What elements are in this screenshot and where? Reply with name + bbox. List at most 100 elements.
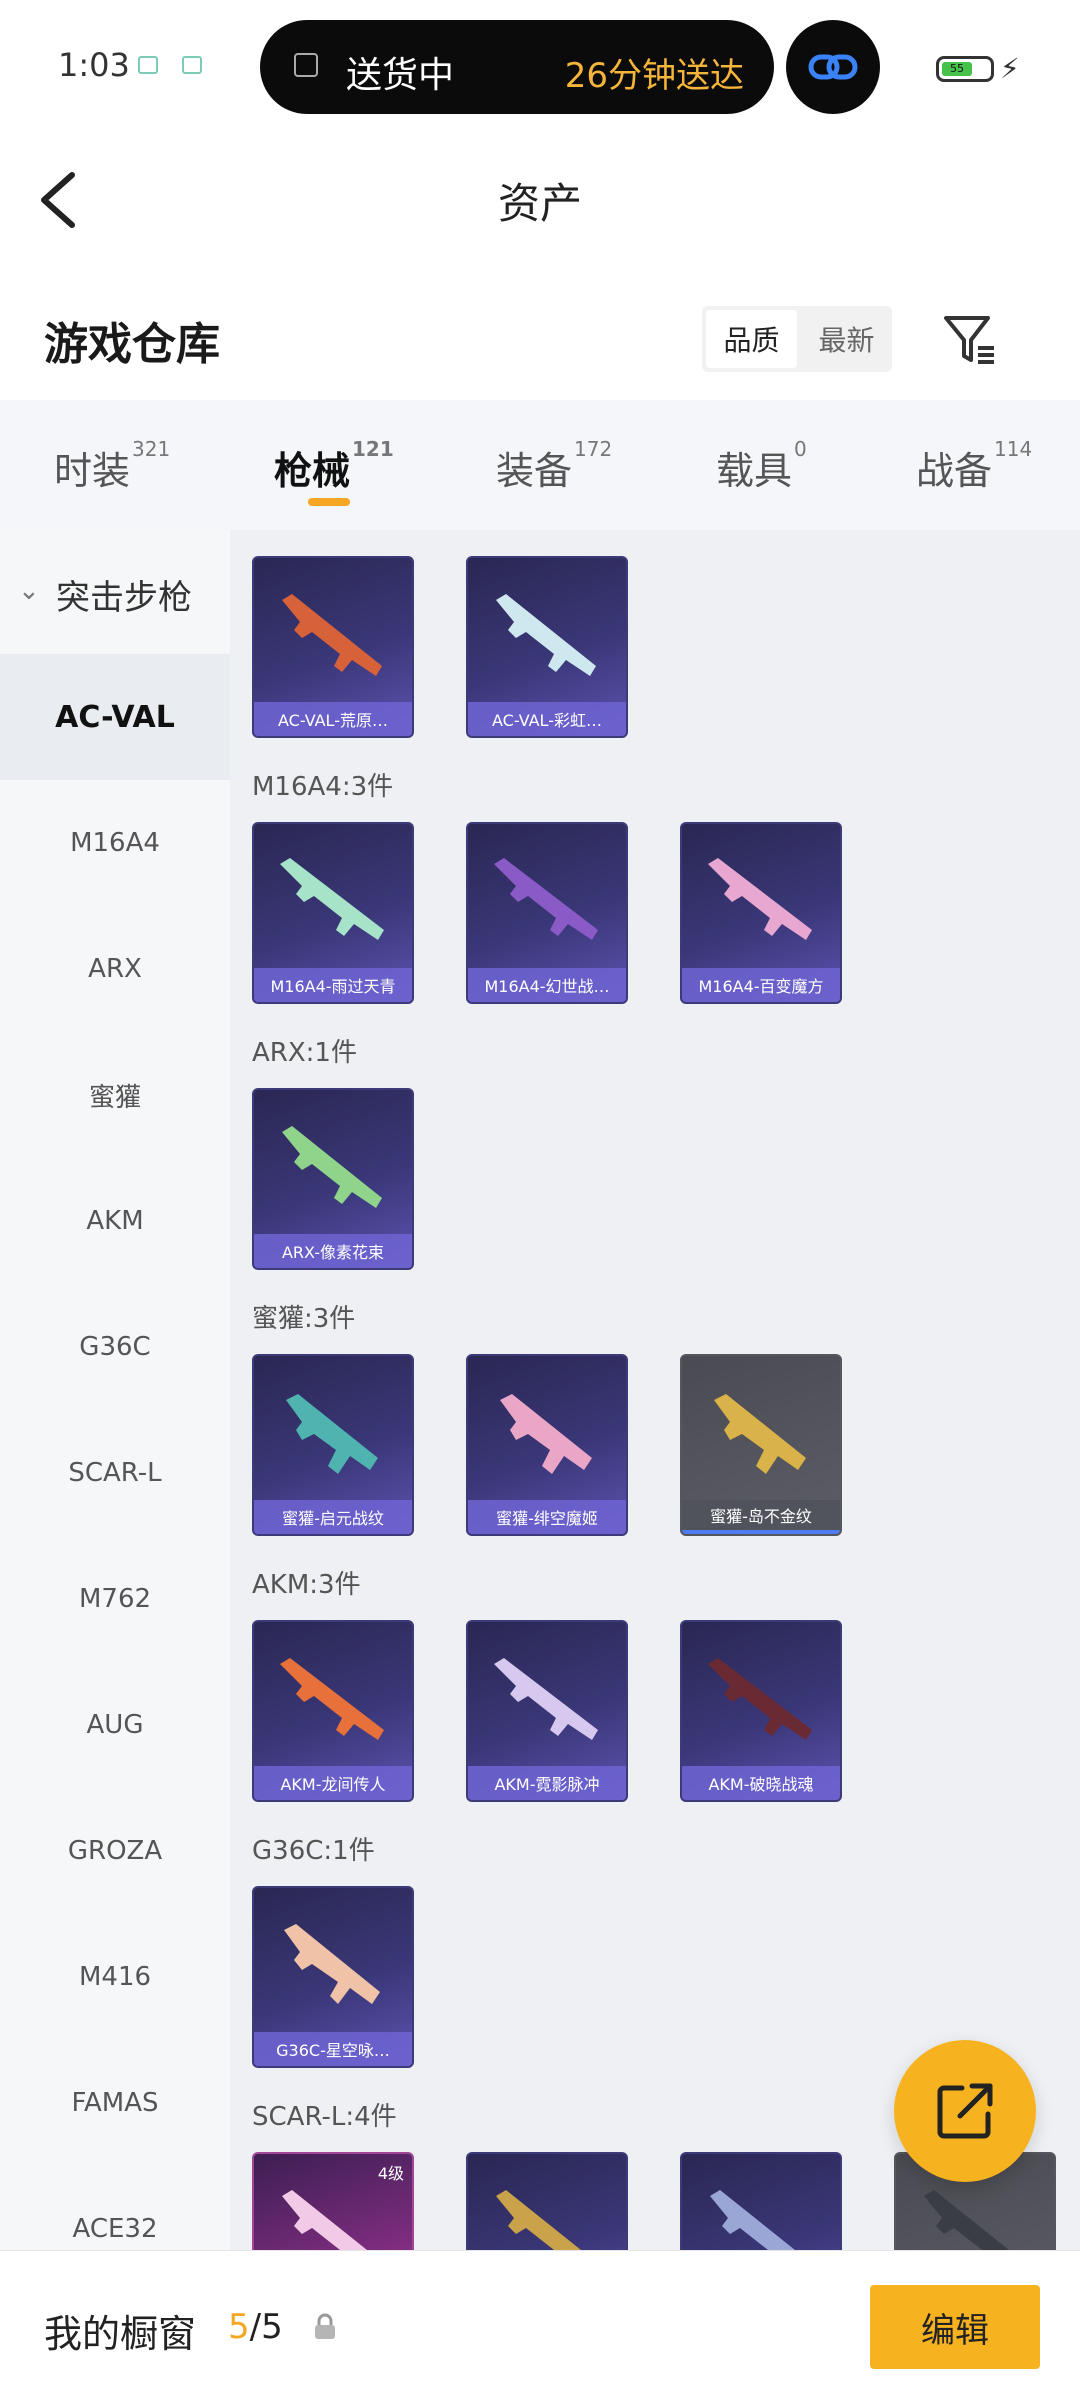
rifle-icon xyxy=(284,1924,380,2004)
weapon-card[interactable]: AKM-霓影脉冲 xyxy=(466,1620,628,1802)
sidebar-item-famas[interactable]: FAMAS xyxy=(0,2040,230,2166)
sort-toggle[interactable]: 品质 最新 xyxy=(702,306,892,372)
sidebar-category-assault-rifle[interactable]: ⌄ 突击步枪 xyxy=(0,530,230,654)
island-eta-text: 26分钟送达 xyxy=(564,56,744,96)
tab-label: 战备 xyxy=(916,449,993,493)
rifle-icon xyxy=(280,858,384,940)
notification-icon xyxy=(138,56,158,74)
island-status-text: 送货中 xyxy=(346,55,455,96)
tab-label: 装备 xyxy=(496,449,573,493)
share-fab-button[interactable] xyxy=(894,2040,1036,2182)
section-title: 游戏仓库 xyxy=(44,319,220,370)
group-label-akm: AKM:3件 xyxy=(252,1570,361,1600)
weapon-card[interactable]: 蜜獾-启元战纹 xyxy=(252,1354,414,1536)
weapon-name: M16A4-幻世战… xyxy=(468,968,626,1002)
sidebar-item-akm[interactable]: AKM xyxy=(0,1158,230,1284)
battery-level: 55 xyxy=(942,62,972,76)
tab-count: 121 xyxy=(352,437,394,462)
weapon-name: G36C-星空咏… xyxy=(254,2032,412,2066)
link-icon xyxy=(808,54,858,80)
weapon-card[interactable]: 蜜獾-绯空魔姬 xyxy=(466,1354,628,1536)
tab-count: 0 xyxy=(794,437,807,462)
tab-count: 114 xyxy=(994,437,1033,462)
lock-icon xyxy=(315,2313,335,2339)
group-label-arx: ARX:1件 xyxy=(252,1038,357,1068)
sidebar-item-g36c[interactable]: G36C xyxy=(0,1284,230,1410)
weapon-card[interactable]: M16A4-百变魔方 xyxy=(680,822,842,1004)
sidebar-item-aug[interactable]: AUG xyxy=(0,1662,230,1788)
weapon-card[interactable]: AC-VAL-彩虹… xyxy=(466,556,628,738)
tab-label: 载具 xyxy=(716,449,793,493)
sort-option-latest[interactable]: 最新 xyxy=(801,306,892,372)
status-time: 1:03 xyxy=(58,46,130,84)
chevron-down-icon: ⌄ xyxy=(18,576,40,606)
weapon-card[interactable]: 蜜獾-岛不金纹 xyxy=(680,1354,842,1536)
rifle-icon xyxy=(500,1394,592,1474)
showcase-count: 5/5 xyxy=(228,2307,283,2347)
showcase-count-current: 5 xyxy=(228,2307,250,2347)
weapon-card[interactable] xyxy=(680,2152,842,2250)
tab-fashion[interactable]: 时装 321 xyxy=(54,437,170,495)
weapon-card[interactable] xyxy=(466,2152,628,2250)
tab-label: 枪械 xyxy=(274,449,351,493)
share-icon xyxy=(937,2083,993,2139)
sidebar-item-m416[interactable]: M416 xyxy=(0,1914,230,2040)
weapon-card[interactable]: AKM-龙间传人 xyxy=(252,1620,414,1802)
charging-icon: ⚡ xyxy=(1000,52,1020,85)
category-tabs: 时装 321 枪械 121 装备 172 载具 0 战备 114 xyxy=(0,400,1080,530)
link-island[interactable] xyxy=(786,20,880,114)
rifle-icon xyxy=(286,1394,378,1474)
filter-button[interactable] xyxy=(940,310,998,368)
sort-option-quality[interactable]: 品质 xyxy=(706,310,797,368)
tab-equipment[interactable]: 装备 172 xyxy=(496,437,613,495)
message-icon xyxy=(182,56,202,74)
rifle-icon xyxy=(282,594,382,676)
weapon-card[interactable]: ARX-像素花束 xyxy=(252,1088,414,1270)
tab-supplies[interactable]: 战备 114 xyxy=(916,437,1033,495)
rifle-icon xyxy=(282,2190,367,2250)
sidebar-item-ac-val[interactable]: AC-VAL xyxy=(0,654,230,780)
tab-guns[interactable]: 枪械 121 xyxy=(274,437,394,495)
rifle-icon xyxy=(924,2190,1009,2250)
page-title: 资产 xyxy=(497,179,582,228)
sidebar-item-m16a4[interactable]: M16A4 xyxy=(0,780,230,906)
rifle-icon xyxy=(496,594,596,676)
tab-vehicles[interactable]: 载具 0 xyxy=(716,437,807,495)
sidebar-category-label: 突击步枪 xyxy=(56,578,192,618)
weapon-card[interactable]: AKM-破晓战魂 xyxy=(680,1620,842,1802)
group-label-honey-badger: 蜜獾:3件 xyxy=(252,1304,356,1334)
weapon-card[interactable]: AC-VAL-荒原… xyxy=(252,556,414,738)
page-header: 资产 xyxy=(0,130,1080,270)
delivery-island[interactable]: 送货中 26分钟送达 xyxy=(260,20,774,114)
tab-count: 172 xyxy=(574,437,613,462)
weapon-name: AKM-破晓战魂 xyxy=(682,1766,840,1800)
tab-label: 时装 xyxy=(54,449,131,493)
weapon-card[interactable]: M16A4-雨过天青 xyxy=(252,822,414,1004)
weapon-name: M16A4-百变魔方 xyxy=(682,968,840,1002)
edit-button[interactable]: 编辑 xyxy=(870,2285,1040,2369)
weapon-card[interactable]: M16A4-幻世战… xyxy=(466,822,628,1004)
weapon-name: ARX-像素花束 xyxy=(254,1234,412,1268)
sidebar-item-groza[interactable]: GROZA xyxy=(0,1788,230,1914)
group-label-g36c: G36C:1件 xyxy=(252,1836,375,1866)
showcase-label: 我的橱窗 xyxy=(44,2312,197,2356)
weapon-card[interactable]: 4级 xyxy=(252,2152,414,2250)
weapon-name: 蜜獾-岛不金纹 xyxy=(682,1500,840,1534)
weapon-name: AC-VAL-彩虹… xyxy=(468,702,626,736)
active-tab-indicator xyxy=(308,498,350,506)
weapon-sidebar: ⌄ 突击步枪 AC-VAL M16A4 ARX 蜜獾 AKM G36C SCAR… xyxy=(0,530,230,2250)
weapon-card[interactable]: G36C-星空咏… xyxy=(252,1886,414,2068)
rifle-icon xyxy=(494,1658,598,1740)
sidebar-item-scar-l[interactable]: SCAR-L xyxy=(0,1410,230,1536)
weapon-name: 蜜獾-启元战纹 xyxy=(254,1500,412,1534)
sidebar-item-arx[interactable]: ARX xyxy=(0,906,230,1032)
weapon-name: AKM-龙间传人 xyxy=(254,1766,412,1800)
rifle-icon xyxy=(280,1658,384,1740)
weapon-name: AC-VAL-荒原… xyxy=(254,702,412,736)
weapon-name: M16A4-雨过天青 xyxy=(254,968,412,1002)
weapon-grid: AC-VAL-荒原… AC-VAL-彩虹… M16A4:3件 M16A4-雨过天… xyxy=(230,530,1080,2250)
filter-icon xyxy=(944,316,994,364)
sidebar-item-honey-badger[interactable]: 蜜獾 xyxy=(0,1032,230,1158)
sidebar-item-m762[interactable]: M762 xyxy=(0,1536,230,1662)
rifle-icon xyxy=(496,2190,581,2250)
